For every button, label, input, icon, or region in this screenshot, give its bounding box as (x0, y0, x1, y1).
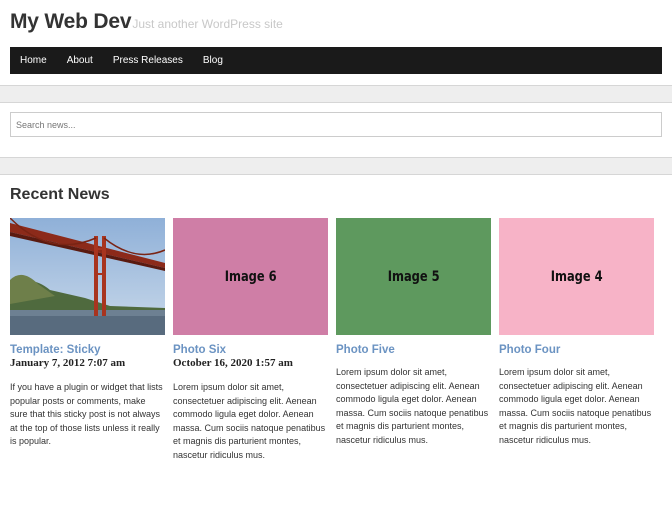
divider-band (0, 85, 672, 103)
post-date: January 7, 2012 7:07 am (10, 357, 126, 369)
post-thumbnail[interactable]: Image 4 (499, 218, 654, 335)
post-title[interactable]: Template: Sticky (10, 344, 165, 356)
post-date: October 16, 2020 1:57 am (173, 357, 293, 369)
nav-item-about[interactable]: About (67, 55, 93, 66)
golden-gate-bridge-illustration (10, 218, 165, 335)
news-card: Image 5 Photo Five Lorem ipsum dolor sit… (336, 218, 491, 448)
news-card: Template: Sticky January 7, 2012 7:07 am… (10, 218, 165, 449)
post-excerpt: Lorem ipsum dolor sit amet, consectetuer… (499, 367, 652, 445)
thumbnail-label: Image 5 (387, 268, 440, 285)
site-header: My Web Dev Just another WordPress site (10, 10, 283, 40)
divider-band (0, 157, 672, 175)
main-nav: Home About Press Releases Blog (10, 47, 662, 74)
nav-item-blog[interactable]: Blog (203, 55, 223, 66)
post-excerpt: Lorem ipsum dolor sit amet, consectetuer… (336, 367, 489, 445)
post-excerpt: Lorem ipsum dolor sit amet, consectetuer… (173, 382, 326, 460)
thumbnail-label: Image 4 (550, 268, 603, 285)
nav-item-home[interactable]: Home (20, 55, 47, 66)
post-title[interactable]: Photo Five (336, 344, 491, 356)
post-title[interactable]: Photo Four (499, 344, 654, 356)
post-thumbnail[interactable]: Image 6 (173, 218, 328, 335)
news-card: Image 6 Photo Six October 16, 2020 1:57 … (173, 218, 328, 463)
site-tagline: Just another WordPress site (132, 17, 283, 31)
golden-gate-bridge-photo[interactable] (10, 218, 165, 335)
nav-item-press-releases[interactable]: Press Releases (113, 55, 183, 66)
section-title: Recent News (10, 186, 110, 203)
thumbnail-label: Image 6 (224, 268, 277, 285)
post-thumbnail[interactable]: Image 5 (336, 218, 491, 335)
site-title[interactable]: My Web Dev (10, 10, 132, 34)
post-title[interactable]: Photo Six (173, 344, 328, 356)
news-card: Image 4 Photo Four Lorem ipsum dolor sit… (499, 218, 654, 448)
search-input[interactable] (10, 112, 662, 137)
post-excerpt: If you have a plugin or widget that list… (10, 382, 163, 447)
